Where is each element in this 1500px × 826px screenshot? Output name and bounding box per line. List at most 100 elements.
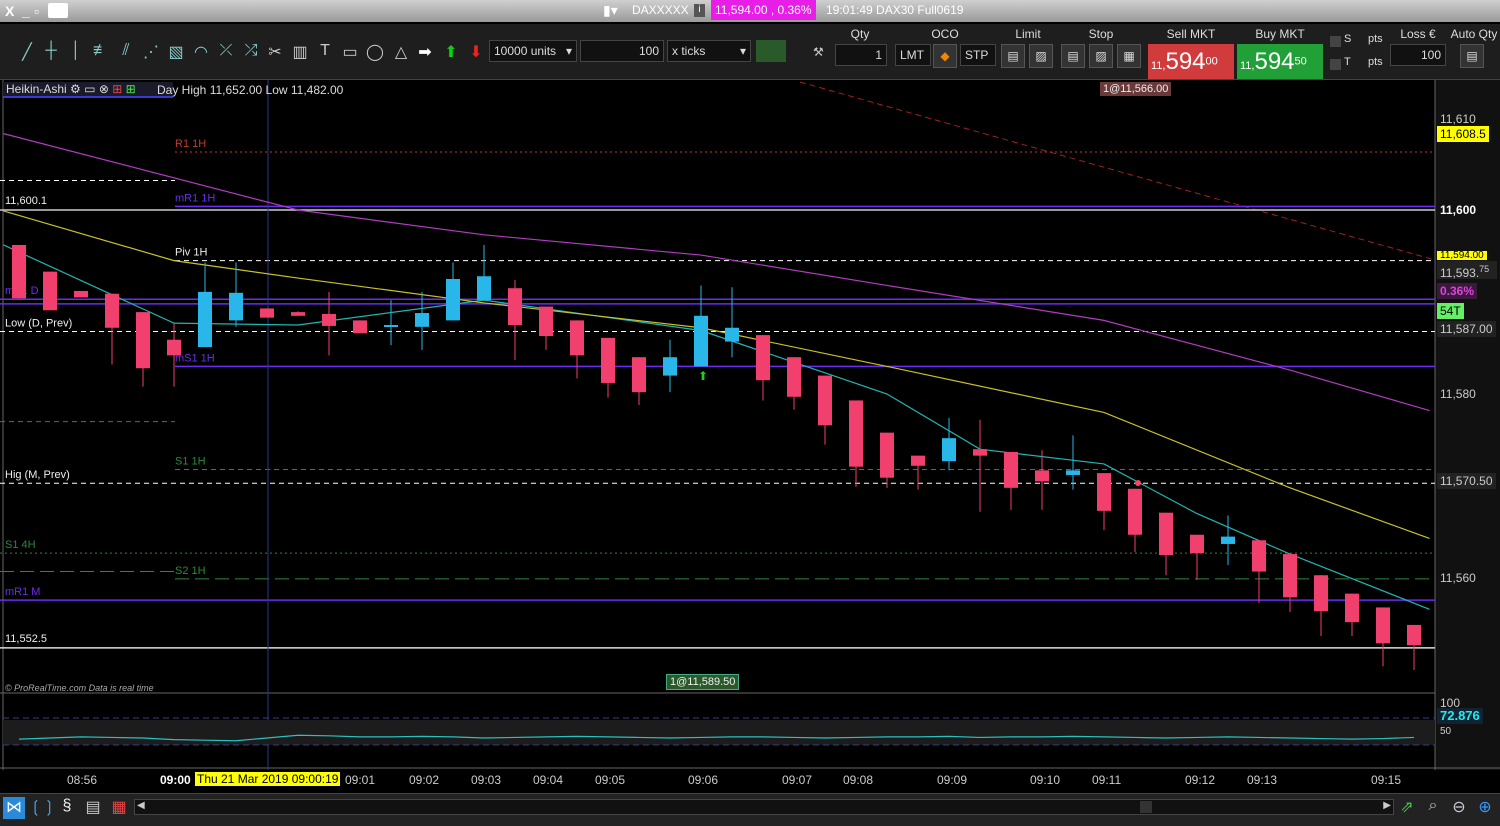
- price-change-badge: 11,594.00 , 0.36%: [711, 0, 816, 20]
- time-tick: 09:15: [1371, 773, 1402, 787]
- fan-icon[interactable]: ◠: [190, 42, 212, 62]
- chevron-down-icon: ▾: [739, 44, 746, 58]
- tools-icon[interactable]: ✂: [264, 42, 286, 62]
- move-down-icon[interactable]: ⊞: [126, 82, 136, 96]
- arrow-right-icon[interactable]: ➡: [414, 42, 436, 62]
- oco-order-icon[interactable]: ◆: [933, 44, 957, 68]
- minimize-button[interactable]: _: [22, 3, 30, 19]
- time-tick: 09:11: [1092, 773, 1122, 787]
- orderbook-icon[interactable]: ▦: [108, 797, 130, 819]
- close-button[interactable]: X: [5, 3, 14, 19]
- instrument-name[interactable]: DAXXXXX: [632, 3, 689, 17]
- zoom-auto-icon[interactable]: ⌕: [1422, 797, 1444, 819]
- high-marker: 11,608.5: [1437, 126, 1489, 142]
- qty-input[interactable]: 1: [835, 44, 887, 66]
- time-tick: 09:12: [1185, 773, 1216, 787]
- channel-icon[interactable]: ≢: [90, 42, 112, 60]
- scroll-right-icon[interactable]: ▶: [1383, 800, 1391, 811]
- candle-down: [260, 308, 274, 318]
- axis-tick: 11,600: [1440, 203, 1477, 217]
- copyright: © ProRealTime.com Data is real time: [5, 683, 154, 693]
- zoom-out-icon[interactable]: ⊖: [1448, 797, 1470, 819]
- time-tick: 09:13: [1247, 773, 1278, 787]
- horizontal-scrollbar[interactable]: ◀ ▶: [134, 799, 1394, 815]
- restore-button[interactable]: ▫: [34, 3, 39, 19]
- link-icon[interactable]: §: [56, 797, 78, 819]
- auto-qty-icon[interactable]: ▤: [1460, 44, 1484, 68]
- close-indicator-icon[interactable]: ⊗: [99, 82, 109, 96]
- regression-icon[interactable]: ⤫: [215, 42, 237, 60]
- stop-checkbox[interactable]: [1330, 36, 1341, 47]
- stop-trailing-icon[interactable]: ▦: [1117, 44, 1141, 68]
- fibonacci-icon[interactable]: ▧: [165, 42, 187, 62]
- instrument-info: 19:01:49 DAX30 Full0619: [826, 3, 964, 17]
- time-tick: 09:05: [595, 773, 626, 787]
- chevron-down-icon: ▾: [565, 44, 572, 58]
- stp-button[interactable]: STP: [960, 44, 996, 66]
- candle-down: [1345, 593, 1359, 623]
- candle-down: [1314, 575, 1328, 612]
- axis-tick: 11,560: [1440, 571, 1476, 585]
- title-bar: X _ ▫ ▮▾ DAXXXXX i 11,594.00 , 0.36% 19:…: [0, 0, 1500, 22]
- value-input[interactable]: 100: [580, 40, 664, 62]
- units-select[interactable]: 10000 units ▾: [489, 40, 577, 62]
- buy-market-button[interactable]: 11,59450: [1237, 44, 1323, 79]
- candle-type-icon[interactable]: ▮▾: [603, 2, 618, 19]
- chart-type-label[interactable]: Heikin-Ashi: [6, 82, 67, 96]
- gann-icon[interactable]: ⋰: [140, 42, 162, 62]
- triangle-icon[interactable]: △: [390, 42, 412, 62]
- sell-price-prefix: 11,: [1151, 60, 1166, 72]
- stop-buy-icon[interactable]: ▤: [1061, 44, 1085, 68]
- wrench-icon[interactable]: ⚒: [813, 45, 824, 59]
- export-icon[interactable]: ⇗: [1396, 797, 1418, 819]
- buy-price-decimal: 50: [1294, 55, 1307, 68]
- last-price-marker: 11,593.75: [1437, 261, 1497, 280]
- candle-down: [1252, 540, 1266, 572]
- price-chart[interactable]: R1 1HmR1 1H11,600.1Piv 1HmS1 DLow (D, Pr…: [0, 80, 1500, 770]
- candle-up: [694, 315, 708, 367]
- target-label: T: [1344, 56, 1351, 68]
- pitchfork-icon[interactable]: ⫽: [115, 42, 137, 60]
- layout-icon[interactable]: ❲❳: [29, 797, 56, 819]
- sell-market-button[interactable]: 11,59400: [1148, 44, 1234, 79]
- limit-sell-icon[interactable]: ▨: [1029, 44, 1053, 68]
- vertical-line-icon[interactable]: │: [65, 42, 87, 60]
- time-tick: 09:00: [160, 773, 191, 787]
- share-icon[interactable]: ⋈: [3, 797, 25, 819]
- settings-icon[interactable]: ⚙: [70, 82, 81, 96]
- candle-down: [1128, 488, 1142, 535]
- change-percent-marker: 0.36%: [1437, 283, 1478, 299]
- time-tick: 09:08: [843, 773, 874, 787]
- window-icon[interactable]: ▭: [84, 82, 95, 96]
- scroll-thumb[interactable]: [1140, 801, 1152, 813]
- lmt-button[interactable]: LMT: [895, 44, 931, 66]
- scroll-left-icon[interactable]: ◀: [137, 800, 145, 811]
- keyboard-icon[interactable]: [48, 3, 68, 18]
- limit-buy-icon[interactable]: ▤: [1001, 44, 1025, 68]
- text-tool-icon[interactable]: T: [314, 42, 336, 60]
- notes-icon[interactable]: ▤: [82, 797, 104, 819]
- rectangle-icon[interactable]: ▭: [339, 42, 361, 62]
- ticks-select[interactable]: x ticks ▾: [667, 40, 751, 62]
- sell-order-marker[interactable]: 1@11,566.00: [1100, 82, 1172, 96]
- trading-signals-icon[interactable]: [756, 40, 786, 62]
- arrow-down-icon[interactable]: ⬇: [465, 42, 487, 62]
- level-label: Piv 1H: [175, 247, 207, 259]
- move-up-icon[interactable]: ⊞: [112, 82, 122, 96]
- ellipse-icon[interactable]: ◯: [364, 42, 386, 62]
- target-checkbox[interactable]: [1330, 59, 1341, 70]
- line-tool-icon[interactable]: ╱: [16, 42, 38, 62]
- candle-up: [663, 357, 677, 376]
- arrow-up-icon[interactable]: ⬆: [440, 42, 462, 62]
- chart-background: [0, 80, 1500, 770]
- candle-down: [105, 293, 119, 328]
- buy-order-marker[interactable]: 1@11,589.50: [666, 674, 740, 690]
- horizontal-line-icon[interactable]: ┼: [40, 42, 62, 60]
- info-icon[interactable]: i: [694, 4, 705, 17]
- zoom-in-icon[interactable]: ⊕: [1474, 797, 1496, 819]
- loss-input[interactable]: 100: [1390, 44, 1446, 66]
- sell-price-main: 594: [1165, 48, 1206, 75]
- stop-sell-icon[interactable]: ▨: [1089, 44, 1113, 68]
- cycles-icon[interactable]: ⤮: [240, 42, 262, 60]
- trash-icon[interactable]: ▥: [289, 42, 311, 62]
